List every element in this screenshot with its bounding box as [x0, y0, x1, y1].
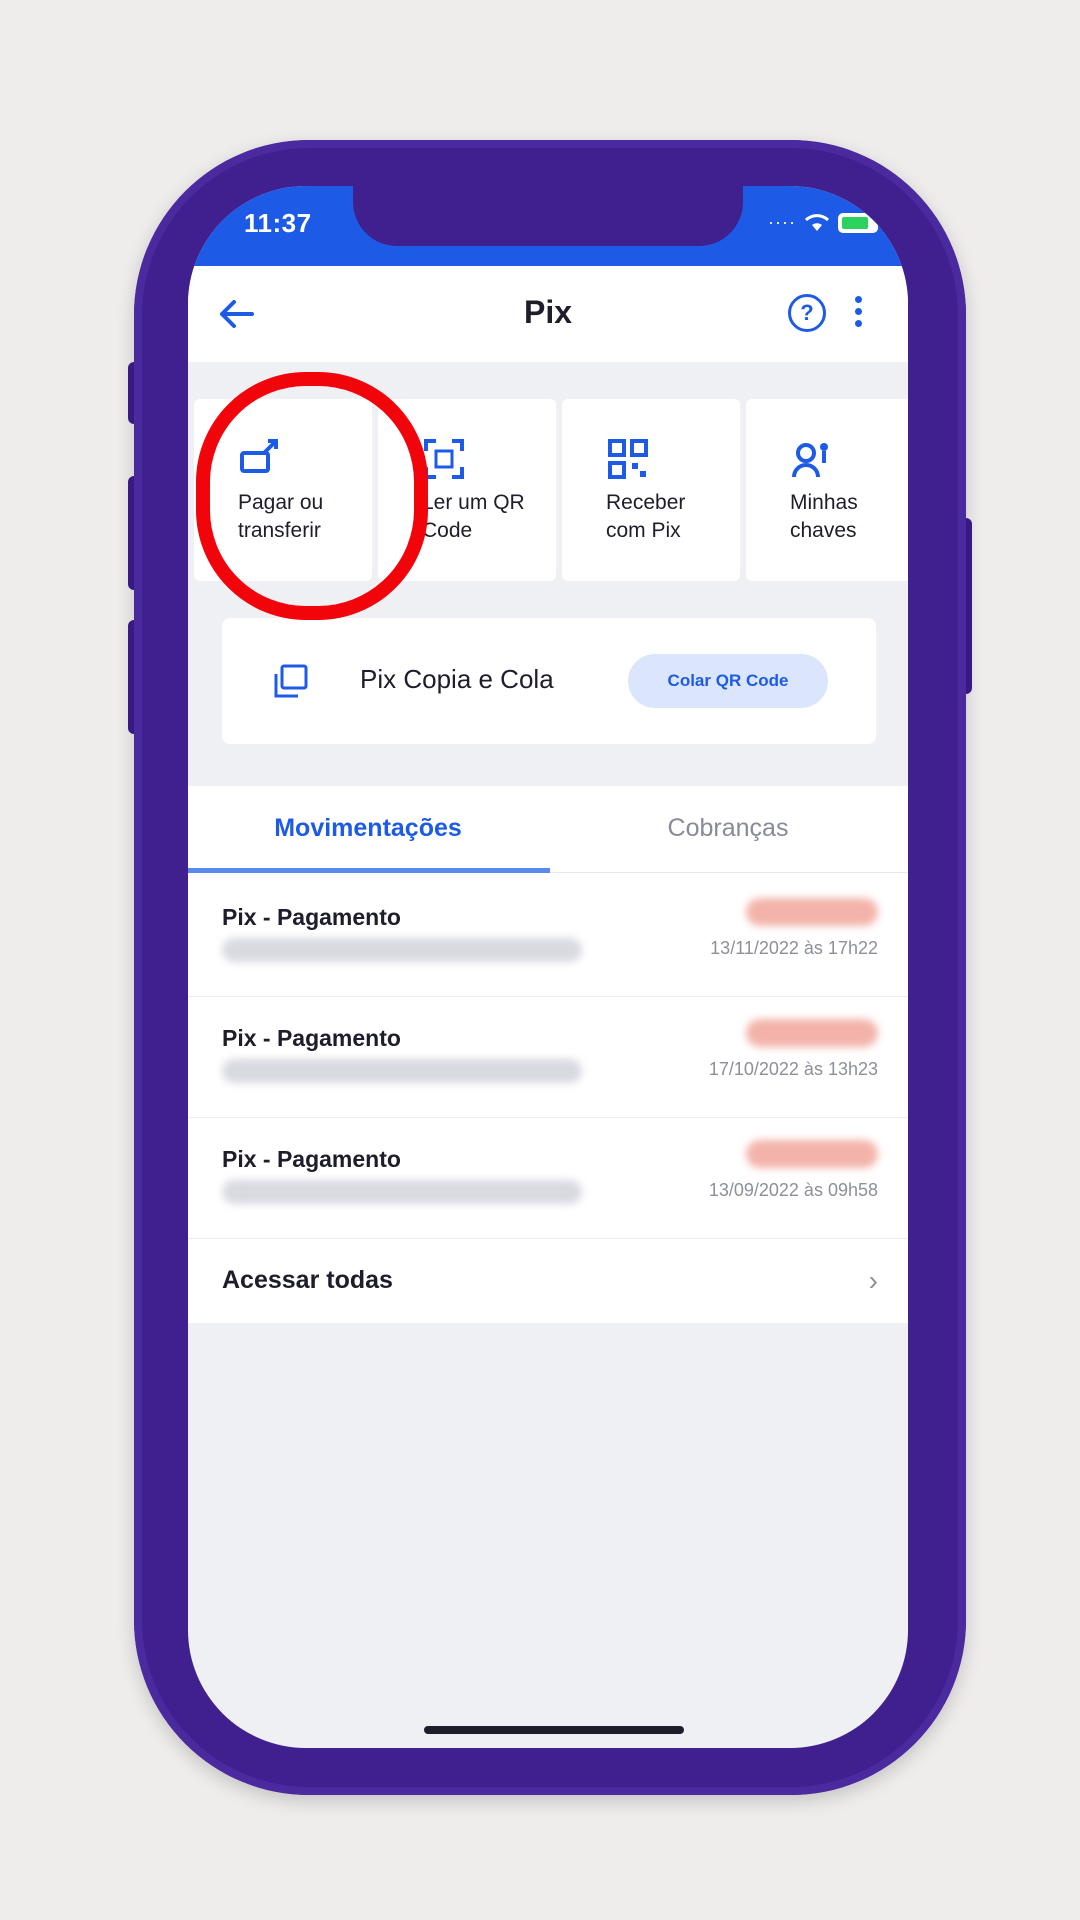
transaction-title: Pix - Pagamento — [222, 1146, 401, 1172]
transaction-date: 13/09/2022 às 09h58 — [708, 1180, 878, 1200]
phone-notch — [353, 186, 743, 246]
status-icons: ···· — [768, 212, 878, 233]
status-time: 11:37 — [244, 208, 312, 238]
signal-icon: ···· — [768, 212, 796, 232]
wifi-icon — [804, 213, 830, 231]
action-label: Receber com Pix — [606, 491, 686, 542]
highlight-circle-annotation — [196, 372, 428, 620]
transaction-recipient-blurred — [222, 1059, 582, 1083]
transaction-title: Pix - Pagamento — [222, 904, 401, 930]
paste-qr-code-button[interactable]: Colar QR Code — [628, 654, 828, 708]
home-indicator — [424, 1726, 684, 1734]
key-user-icon — [792, 443, 828, 478]
tab-cobrancas[interactable]: Cobranças — [548, 814, 908, 843]
transaction-title: Pix - Pagamento — [222, 1025, 401, 1051]
tab-movimentacoes[interactable]: Movimentações — [188, 814, 548, 843]
action-label: Ler um QR Code — [422, 491, 525, 542]
action-my-keys[interactable]: Minhas chaves — [746, 399, 908, 581]
see-all-label: Acessar todas — [222, 1266, 393, 1294]
copy-paste-label: Pix Copia e Cola — [360, 664, 554, 694]
action-receive-pix[interactable]: Receber com Pix — [562, 399, 740, 581]
active-tab-indicator — [188, 868, 550, 873]
transaction-row[interactable]: Pix - Pagamento 13/11/2022 às 17h22 — [188, 876, 908, 997]
top-app-bar: Pix ? — [188, 266, 908, 362]
copy-icon — [274, 664, 308, 698]
action-label: Minhas chaves — [790, 491, 858, 542]
transaction-recipient-blurred — [222, 1180, 582, 1204]
tabs: Movimentações Cobranças — [188, 786, 908, 876]
transaction-row[interactable]: Pix - Pagamento 17/10/2022 às 13h23 — [188, 997, 908, 1118]
battery-icon — [838, 212, 878, 233]
qr-scan-icon — [424, 439, 464, 479]
qr-code-icon — [608, 439, 648, 479]
transaction-date: 17/10/2022 às 13h23 — [708, 1059, 878, 1079]
transaction-recipient-blurred — [222, 938, 582, 962]
more-options-icon[interactable] — [848, 292, 868, 336]
transaction-amount-blurred — [746, 898, 878, 926]
transaction-row[interactable]: Pix - Pagamento 13/09/2022 às 09h58 — [188, 1118, 908, 1239]
pix-copy-paste-card[interactable]: Pix Copia e Cola Colar QR Code — [222, 618, 876, 744]
see-all-link[interactable]: Acessar todas › — [188, 1239, 908, 1323]
transaction-amount-blurred — [746, 1140, 878, 1168]
transaction-amount-blurred — [746, 1019, 878, 1047]
transaction-date: 13/11/2022 às 17h22 — [710, 938, 878, 958]
transaction-list: Pix - Pagamento 13/11/2022 às 17h22 Pix … — [188, 876, 908, 1323]
help-icon[interactable]: ? — [788, 294, 826, 332]
chevron-right-icon: › — [868, 1265, 878, 1296]
